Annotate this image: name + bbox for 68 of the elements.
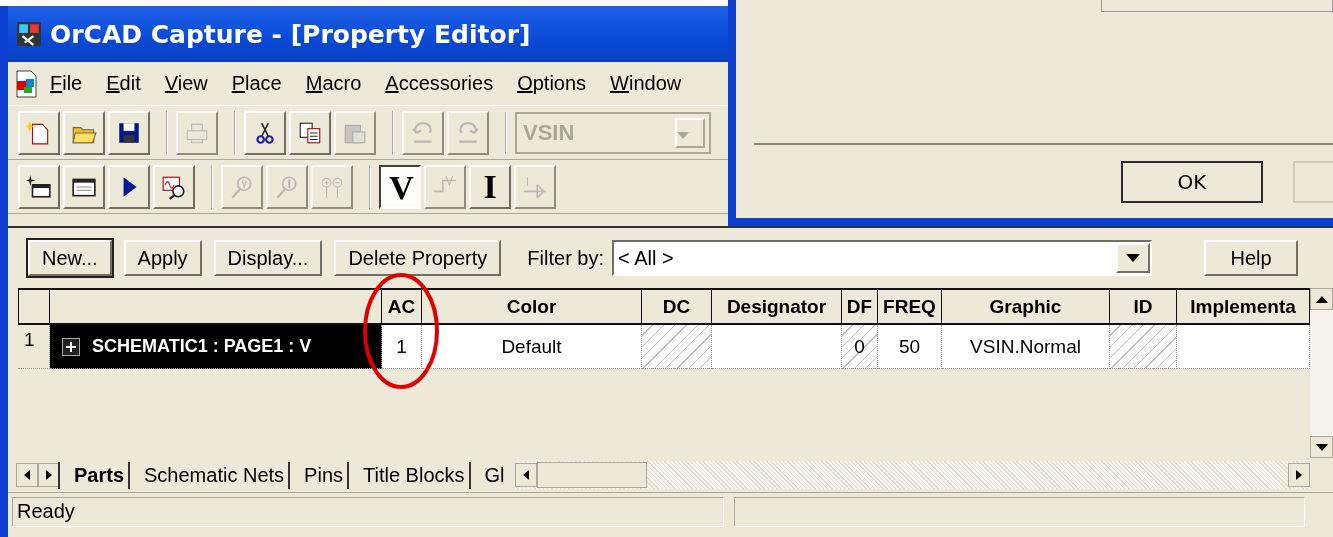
toolbar-button[interactable] xyxy=(63,164,105,209)
table-cell[interactable] xyxy=(642,325,712,369)
column-header[interactable]: DF xyxy=(842,288,878,325)
filter-value: < All > xyxy=(618,246,674,270)
menu-item[interactable]: Window xyxy=(598,72,694,95)
new-window-icon xyxy=(26,173,52,200)
toolbar-button[interactable]: I xyxy=(469,164,511,209)
menu-item[interactable]: Macro xyxy=(293,72,374,95)
document-icon xyxy=(14,68,38,99)
column-header[interactable]: DC xyxy=(642,288,712,325)
toolbar-button[interactable] xyxy=(18,164,60,209)
window-title: OrCAD Capture - [Property Editor] xyxy=(50,19,531,49)
combo-value: VSIN xyxy=(523,119,575,146)
column-header[interactable]: AC xyxy=(382,288,422,325)
row-header-cell[interactable]: SCHEMATIC1 : PAGE1 : V xyxy=(50,325,382,369)
table-cell[interactable]: 50 xyxy=(878,325,942,369)
caret-icon xyxy=(1126,254,1141,262)
toolbar-button[interactable] xyxy=(108,164,150,209)
scroll-thumb[interactable] xyxy=(536,462,647,488)
row-name: SCHEMATIC1 : PAGE1 : V xyxy=(92,336,312,357)
left-arrow-icon xyxy=(24,470,30,480)
row-number: 1 xyxy=(18,325,50,369)
toolbar-button[interactable]: V xyxy=(379,164,421,209)
help-button[interactable]: Help xyxy=(1204,240,1299,276)
left-arrow-icon xyxy=(522,470,529,480)
column-header[interactable]: Implementa xyxy=(1177,288,1310,325)
action-button[interactable]: Delete Property xyxy=(334,240,502,276)
right-arrow-icon xyxy=(1296,470,1302,480)
column-header[interactable]: FREQ xyxy=(878,288,942,325)
action-button[interactable]: Apply xyxy=(123,240,202,276)
table-cell[interactable] xyxy=(1110,325,1177,369)
menu-item[interactable]: Options xyxy=(505,72,599,95)
scroll-down-button[interactable] xyxy=(1310,436,1333,458)
toolbar-button[interactable] xyxy=(289,110,331,155)
text-field[interactable] xyxy=(1101,0,1333,12)
table-cell[interactable]: 0 xyxy=(842,325,878,369)
table-cell[interactable]: 1 xyxy=(382,325,422,369)
menu-item[interactable]: File xyxy=(38,72,95,95)
filter-combo-box[interactable]: < All > xyxy=(612,240,1153,276)
scroll-left-button[interactable] xyxy=(16,463,38,487)
right-arrow-icon xyxy=(46,470,52,480)
scroll-up-button[interactable] xyxy=(1310,288,1333,310)
up-arrow-icon xyxy=(1315,295,1328,303)
vertical-scrollbar[interactable] xyxy=(1310,288,1333,458)
column-header[interactable]: Color xyxy=(422,288,642,325)
app-icon xyxy=(16,21,42,47)
status-text: Ready xyxy=(17,500,75,523)
menu-item[interactable]: Edit xyxy=(94,72,153,95)
horizontal-scrollbar[interactable] xyxy=(514,461,1310,489)
down-arrow-icon xyxy=(1315,443,1328,451)
action-button[interactable]: New... xyxy=(28,240,112,276)
dropdown-button[interactable] xyxy=(1116,243,1151,273)
menu-item[interactable]: View xyxy=(152,72,220,95)
toolbar-button[interactable] xyxy=(244,110,286,155)
action-button[interactable]: Display... xyxy=(213,240,323,276)
scroll-right-button[interactable] xyxy=(38,463,60,487)
scroll-left-button[interactable] xyxy=(514,463,537,487)
ok-button[interactable]: OK xyxy=(1121,160,1263,203)
column-header[interactable]: ID xyxy=(1110,288,1177,325)
filter-label: Filter by: xyxy=(527,246,605,270)
scroll-right-button[interactable] xyxy=(1288,463,1310,487)
toolbar-button[interactable] xyxy=(108,110,150,155)
caret-icon xyxy=(677,131,689,140)
column-header[interactable]: Graphic xyxy=(942,288,1110,325)
toolbar-button[interactable] xyxy=(153,164,195,209)
menu-item[interactable]: Accessories xyxy=(373,72,506,95)
column-header[interactable]: Designator xyxy=(712,288,842,325)
menu-item[interactable]: Place xyxy=(219,72,294,95)
